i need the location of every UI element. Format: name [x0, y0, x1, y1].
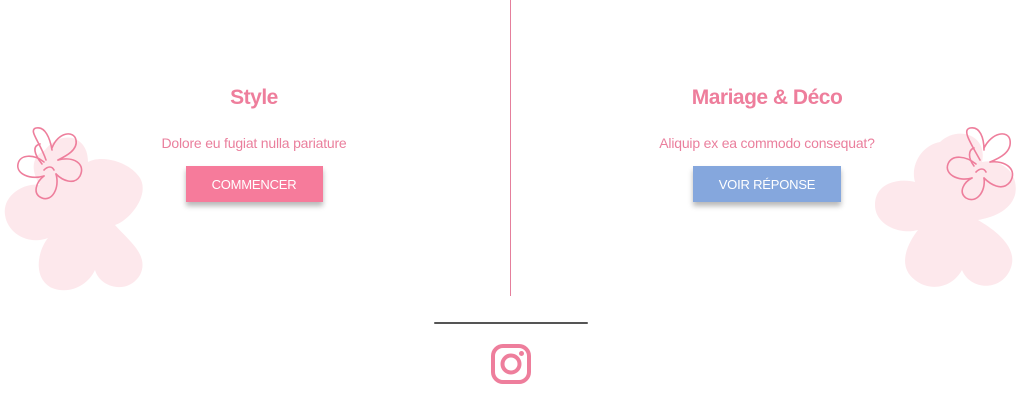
mariage-deco-title: Mariage & Déco	[691, 86, 843, 109]
page: Style Dolore eu fugiat nulla pariature C…	[0, 0, 1021, 402]
vertical-divider	[510, 0, 511, 296]
commencer-button[interactable]: COMMENCER	[185, 166, 323, 202]
instagram-icon[interactable]	[490, 343, 532, 385]
mariage-deco-text: Aliquip ex ea commodo consequat?	[659, 135, 875, 151]
footer-divider	[434, 322, 588, 324]
voir-reponse-button[interactable]: VOIR RÉPONSE	[693, 166, 841, 202]
flower-decoration-icon	[4, 127, 143, 291]
style-section: Style Dolore eu fugiat nulla pariature C…	[134, 84, 374, 202]
mariage-deco-section: Mariage & Déco Aliquip ex ea commodo con…	[637, 84, 897, 202]
style-text: Dolore eu fugiat nulla pariature	[161, 135, 347, 151]
style-title: Style	[230, 86, 278, 109]
